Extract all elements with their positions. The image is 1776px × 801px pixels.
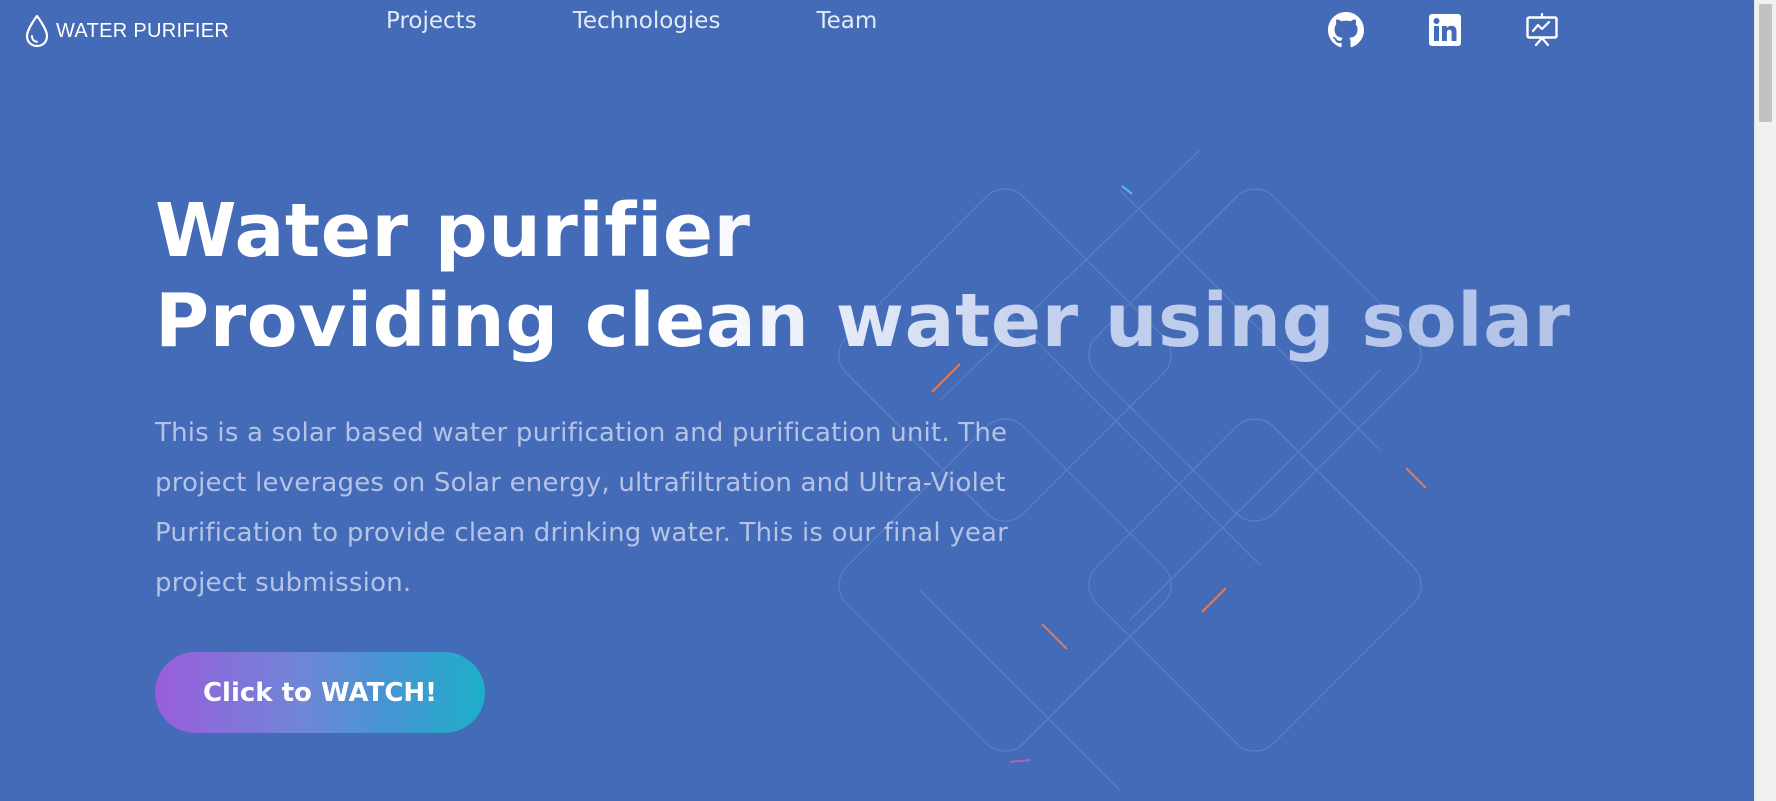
nav-links: Projects Technologies Team: [386, 4, 877, 38]
page: WATER PURIFIER Projects Technologies Tea…: [0, 0, 1776, 801]
brand-logo[interactable]: WATER PURIFIER: [24, 14, 229, 48]
page-scrollbar[interactable]: [1754, 0, 1776, 801]
hero-title-line-1: Water purifier: [155, 188, 751, 274]
hero-description: This is a solar based water purification…: [155, 418, 1009, 598]
water-drop-icon: [25, 14, 49, 48]
top-navigation: WATER PURIFIER Projects Technologies Tea…: [0, 0, 1756, 60]
hero-title-line-2: Providing clean water using solar: [155, 278, 1571, 364]
presentation-link[interactable]: [1522, 12, 1562, 48]
watch-button[interactable]: Click to WATCH!: [155, 652, 485, 733]
presentation-icon: [1526, 13, 1558, 47]
brand-name: WATER PURIFIER: [56, 19, 230, 42]
linkedin-link[interactable]: [1425, 12, 1465, 48]
github-icon: [1328, 12, 1364, 48]
nav-link-team[interactable]: Team: [816, 4, 877, 38]
nav-link-technologies[interactable]: Technologies: [573, 4, 721, 38]
hero-title: Water purifier Providing clean water usi…: [155, 186, 1571, 366]
github-link[interactable]: [1326, 12, 1366, 48]
nav-link-projects[interactable]: Projects: [386, 4, 477, 38]
scrollbar-thumb[interactable]: [1759, 4, 1772, 122]
linkedin-icon: [1429, 14, 1461, 46]
